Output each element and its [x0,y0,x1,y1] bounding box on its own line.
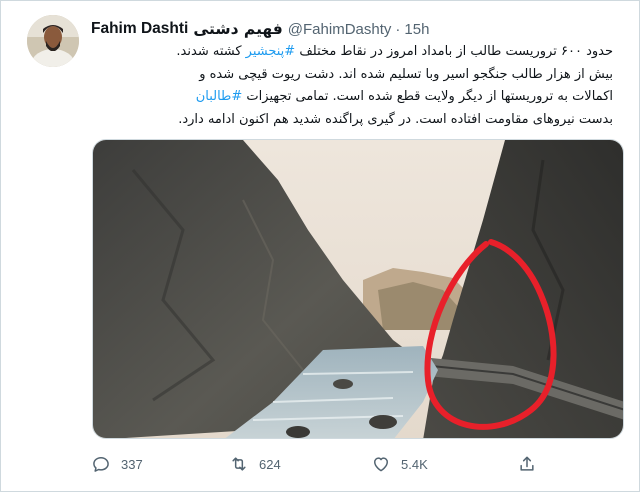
tweet-header: Fahim Dashti فهیم دشتی @FahimDashty · 15… [91,18,619,40]
retweet-button[interactable]: 624 [229,451,281,477]
hashtag-taliban[interactable]: #طالبان [196,89,243,104]
hashtag-panjshir[interactable]: #پنجشیر [246,44,296,59]
like-count: 5.4K [401,456,428,472]
tweet-media-photo[interactable] [92,139,624,439]
tweet-card[interactable]: Fahim Dashti فهیم دشتی @FahimDashty · 15… [0,0,640,492]
retweet-icon [232,457,246,471]
author-handle[interactable]: @FahimDashty [288,21,392,38]
reply-icon [93,457,109,472]
tweet-timestamp[interactable]: 15h [404,21,429,38]
tweet-text-segment: کشته شدند. [176,44,246,59]
tweet-text-line-3: اکمالات به تروریستها از دیگر ولایت قطع ش… [93,86,613,109]
heart-icon [374,457,388,472]
reply-count: 337 [121,456,143,472]
share-button[interactable] [517,451,547,477]
valley-photo [93,140,623,438]
author-name[interactable]: Fahim Dashti [91,20,188,38]
tweet-text-segment: حدود ۶۰۰ تروریست طالب از بامداد امروز در… [295,44,613,59]
tweet-text-line-2: بیش از هزار طالب جنگجو اسیر وبا تسلیم شد… [199,66,613,82]
avatar-image [27,15,79,67]
avatar[interactable] [27,15,79,67]
tweet-text-segment: اکمالات به تروریستها از دیگر ولایت قطع ش… [242,89,613,104]
tweet-text: حدود ۶۰۰ تروریست طالب از بامداد امروز در… [93,41,613,131]
retweet-count: 624 [259,456,281,472]
author-name-persian[interactable]: فهیم دشتی [193,20,282,38]
like-button[interactable]: 5.4K [371,451,428,477]
tweet-text-line-4: بدست نیروهای مقاومت افتاده است. در گیری … [178,111,613,127]
share-icon [520,456,534,471]
tweet-actions: 337 624 5.4K [89,451,559,477]
reply-button[interactable]: 337 [91,451,143,477]
separator-dot: · [395,20,401,38]
tweet-text-line-1: حدود ۶۰۰ تروریست طالب از بامداد امروز در… [93,41,613,64]
